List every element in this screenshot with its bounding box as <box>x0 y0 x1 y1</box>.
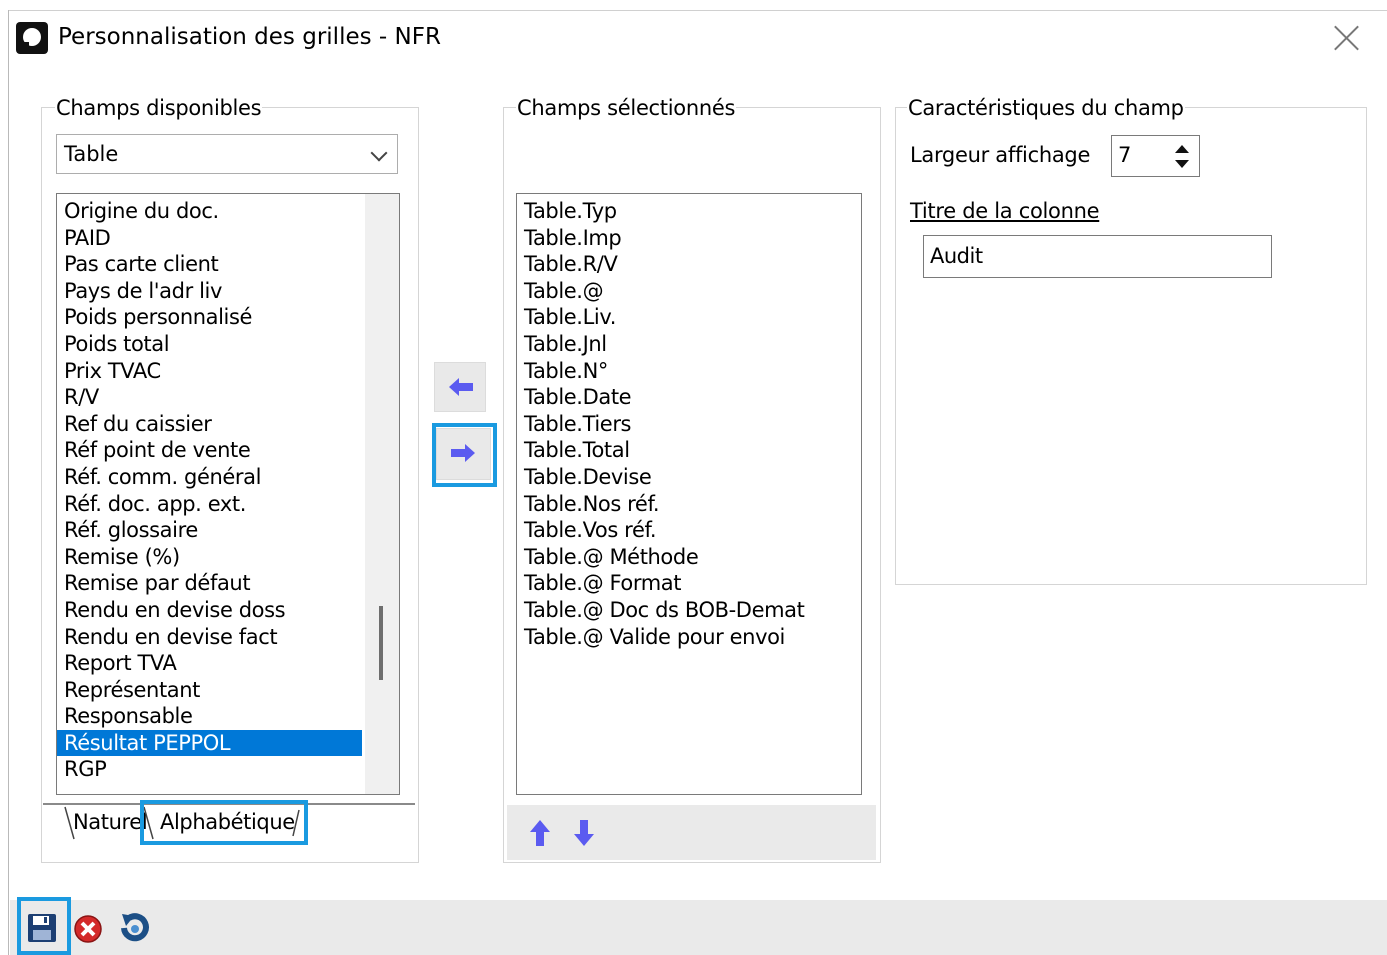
list-item[interactable]: Remise par défaut <box>57 570 362 597</box>
cancel-button[interactable] <box>68 906 108 950</box>
list-item[interactable]: Report TVA <box>57 650 362 677</box>
chevron-down-icon[interactable] <box>370 144 388 162</box>
spin-up-icon[interactable] <box>1175 145 1189 153</box>
list-item[interactable]: Réf. doc. app. ext. <box>57 491 362 518</box>
column-title-input[interactable]: Audit <box>923 235 1272 278</box>
field-properties-legend: Caractéristiques du champ <box>907 95 1185 121</box>
reorder-bar <box>507 805 876 860</box>
list-item[interactable]: Table.Date <box>517 384 857 411</box>
list-item[interactable]: Réf. glossaire <box>57 517 362 544</box>
available-fields-list[interactable]: Origine du doc. PAID Pas carte client Pays … <box>56 193 400 795</box>
available-list-scrollbar[interactable] <box>365 194 399 794</box>
list-item[interactable]: Responsable <box>57 703 362 730</box>
list-item[interactable]: Table.Total <box>517 437 857 464</box>
width-value: 7 <box>1118 143 1132 167</box>
list-item[interactable]: Table.Jnl <box>517 331 857 358</box>
width-label: Largeur affichage <box>910 143 1091 167</box>
list-item[interactable]: Table.R/V <box>517 251 857 278</box>
list-item[interactable]: Prix TVAC <box>57 358 362 385</box>
tab-alphabetique[interactable]: Alphabétique <box>160 809 295 835</box>
list-item[interactable]: Réf point de vente <box>57 437 362 464</box>
list-item[interactable]: Table.@ Valide pour envoi <box>517 624 857 651</box>
app-icon <box>16 22 48 54</box>
list-item[interactable]: Table.Tiers <box>517 411 857 438</box>
spin-down-icon[interactable] <box>1175 160 1189 168</box>
list-item[interactable]: Table.@ Doc ds BOB-Demat <box>517 597 857 624</box>
list-item[interactable]: Table.@ <box>517 278 857 305</box>
list-item[interactable]: Table.Nos réf. <box>517 491 857 518</box>
list-item[interactable]: Table.@ Méthode <box>517 544 857 571</box>
cancel-icon <box>74 915 102 943</box>
table-dropdown[interactable]: Table <box>56 134 398 174</box>
reset-button[interactable] <box>114 906 154 950</box>
arrow-right-icon <box>451 444 475 462</box>
selected-fields-list[interactable]: Table.Typ Table.Imp Table.R/V Table.@ Table.… <box>516 193 862 795</box>
list-item[interactable]: Table.@ Format <box>517 570 857 597</box>
list-item[interactable]: Poids total <box>57 331 362 358</box>
list-item[interactable]: Table.Liv. <box>517 304 857 331</box>
tab-divider-right <box>292 809 300 837</box>
list-item[interactable]: PAID <box>57 225 362 252</box>
list-item[interactable]: Poids personnalisé <box>57 304 362 331</box>
arrow-up-icon <box>530 820 550 846</box>
window-title: Personnalisation des grilles - NFR <box>58 24 441 50</box>
list-item[interactable]: Remise (%) <box>57 544 362 571</box>
close-icon[interactable] <box>1326 18 1366 58</box>
column-title-value: Audit <box>930 244 983 268</box>
list-item[interactable]: Résultat PEPPOL <box>57 729 362 757</box>
list-item[interactable]: Pays de l'adr liv <box>57 278 362 305</box>
list-item[interactable]: R/V <box>57 384 362 411</box>
scrollbar-thumb[interactable] <box>379 606 383 680</box>
selected-fields-legend: Champs sélectionnés <box>516 95 737 121</box>
move-left-button[interactable] <box>434 362 486 412</box>
arrow-left-icon <box>449 378 473 396</box>
save-button[interactable] <box>22 906 62 950</box>
field-properties-group <box>895 107 1367 585</box>
reset-icon <box>121 913 149 942</box>
list-item[interactable]: Rendu en devise doss <box>57 597 362 624</box>
available-fields-legend: Champs disponibles <box>55 95 263 121</box>
move-up-button[interactable] <box>523 813 557 853</box>
list-item[interactable]: Table.Vos réf. <box>517 517 857 544</box>
list-item[interactable]: Rendu en devise fact <box>57 624 362 651</box>
list-item[interactable]: Table.Typ <box>517 198 857 225</box>
bottom-toolbar <box>10 900 1387 955</box>
list-item[interactable]: Table.Devise <box>517 464 857 491</box>
list-item[interactable]: RGP <box>57 756 362 783</box>
save-icon <box>28 914 56 942</box>
list-item[interactable]: Représentant <box>57 677 362 704</box>
window-border-left <box>8 10 9 955</box>
list-item[interactable]: Table.N° <box>517 358 857 385</box>
list-item[interactable]: Table.Imp <box>517 225 857 252</box>
list-item[interactable]: Origine du doc. <box>57 198 362 225</box>
window-border-top <box>8 10 1387 11</box>
move-right-button[interactable] <box>436 428 491 480</box>
list-item[interactable]: Ref du caissier <box>57 411 362 438</box>
list-item[interactable]: Pas carte client <box>57 251 362 278</box>
column-title-label: Titre de la colonne <box>910 199 1100 223</box>
arrow-down-icon <box>574 820 594 846</box>
move-down-button[interactable] <box>567 813 601 853</box>
width-spinner[interactable]: 7 <box>1111 135 1200 177</box>
list-item[interactable]: Réf. comm. général <box>57 464 362 491</box>
table-dropdown-value: Table <box>64 142 119 166</box>
